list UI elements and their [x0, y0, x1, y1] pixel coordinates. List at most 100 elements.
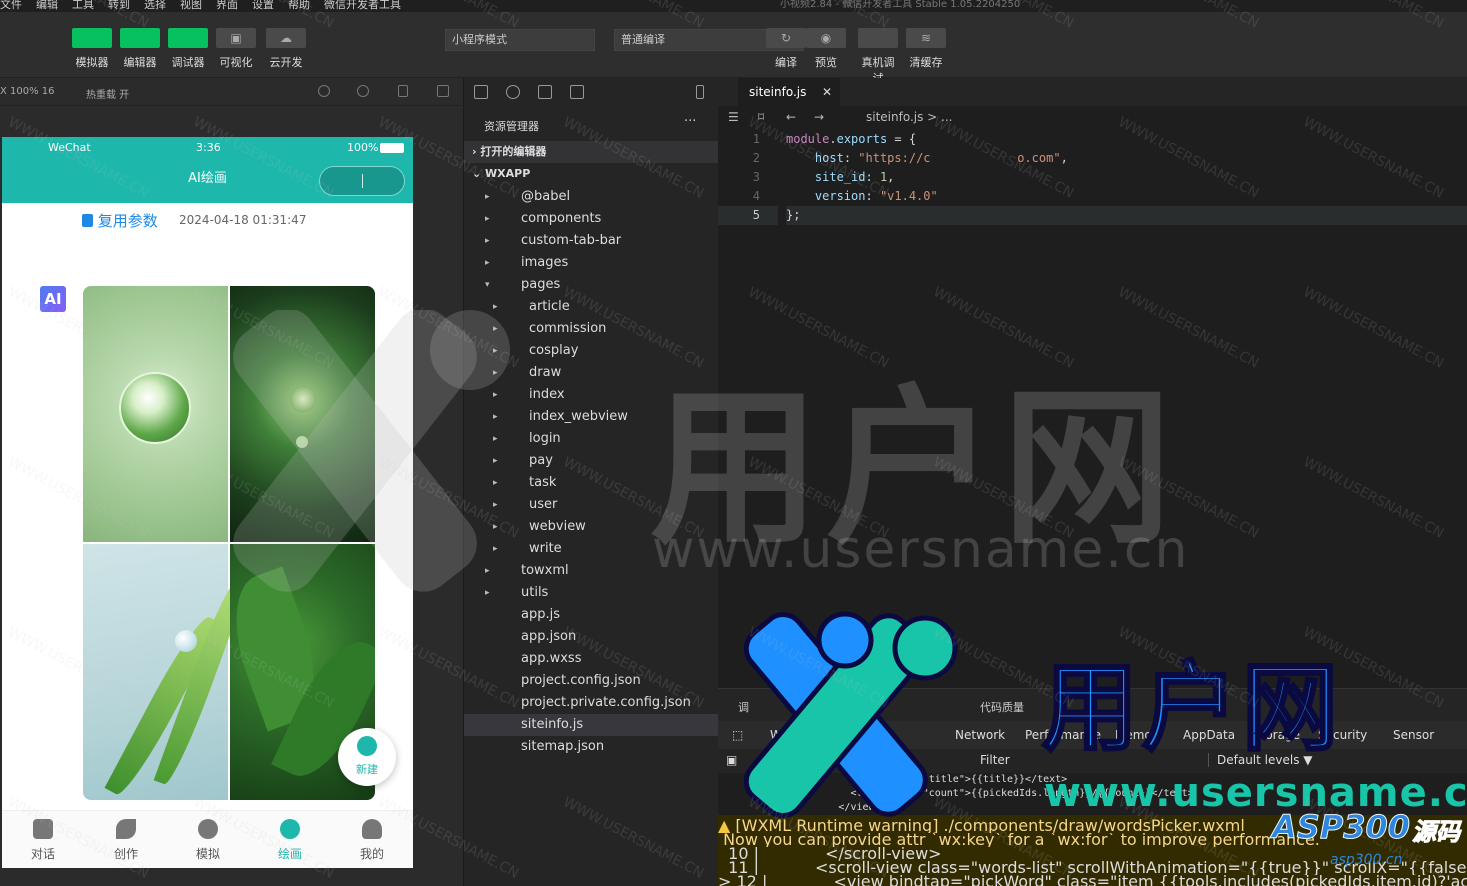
menu-select[interactable]: 选择	[144, 0, 166, 12]
folder-item[interactable]: ▸ custom-tab-bar	[464, 230, 719, 252]
tab-create[interactable]: 创作	[96, 819, 156, 862]
bookmark-icon[interactable]: ⌑	[758, 110, 764, 124]
visual-button[interactable]: ▣ 可视化	[216, 28, 256, 70]
tab-draw[interactable]: 绘画	[260, 819, 320, 862]
device-select[interactable]: X 100% 16	[0, 86, 55, 97]
generated-image-1[interactable]	[83, 286, 228, 542]
list-icon[interactable]: ☰	[728, 110, 739, 124]
hotreload-toggle[interactable]: 热重载 开	[86, 86, 129, 101]
file-item[interactable]: siteinfo.js	[464, 714, 719, 736]
folder-item[interactable]: ▸ user	[464, 494, 719, 516]
stop-icon[interactable]	[357, 85, 369, 97]
device-icon[interactable]	[398, 85, 408, 97]
folder-item[interactable]: ▸ write	[464, 538, 719, 560]
extensions-icon[interactable]	[570, 85, 584, 99]
menu-devtools[interactable]: 微信开发者工具	[324, 0, 401, 12]
clear-cache-button[interactable]: ≋ 清缓存	[906, 28, 946, 70]
generated-image-2[interactable]	[230, 286, 375, 542]
breadcrumb-path[interactable]: siteinfo.js > ...	[866, 110, 953, 124]
menu-goto[interactable]: 转到	[108, 0, 130, 12]
close-tab-icon[interactable]: ✕	[822, 78, 832, 106]
tab-sensor[interactable]: Sensor	[1393, 728, 1434, 742]
tab-appdata[interactable]: AppData	[1183, 728, 1235, 742]
tree-item-label: @babel	[521, 189, 571, 204]
folder-item[interactable]: ▸ draw	[464, 362, 719, 384]
menu-tools[interactable]: 工具	[72, 0, 94, 12]
tab-wxml[interactable]: Wxml	[770, 728, 804, 742]
folder-item[interactable]: ▸ webview	[464, 516, 719, 538]
line-number: 5	[718, 206, 778, 225]
editor-toggle-button[interactable]: 编辑器	[120, 28, 160, 70]
folder-item[interactable]: ▸ pay	[464, 450, 719, 472]
cloud-dev-button[interactable]: ☁ 云开发	[266, 28, 306, 70]
reuse-params-link[interactable]: 复用参数	[82, 210, 158, 231]
menu-file[interactable]: 文件	[0, 0, 22, 12]
popout-icon[interactable]	[437, 85, 449, 97]
tree-item-label: project.config.json	[521, 673, 641, 688]
chevron-right-icon: ▸	[493, 544, 498, 554]
sidebar-toggle-icon[interactable]: ▣	[726, 753, 737, 767]
folder-item[interactable]: ▸ utils	[464, 582, 719, 604]
menu-help[interactable]: 帮助	[288, 0, 310, 12]
folder-item[interactable]: ▸ task	[464, 472, 719, 494]
tab-siteinfo-js[interactable]: siteinfo.js ✕	[738, 78, 840, 106]
debugger-toggle-button[interactable]: 调试器	[168, 28, 208, 70]
collapse-icon[interactable]	[696, 85, 704, 99]
new-drawing-button[interactable]: 新建	[338, 728, 396, 786]
panel-tab-quality[interactable]: 代码质量	[980, 699, 1024, 715]
carrier: WeChat	[48, 141, 91, 154]
folder-item[interactable]: ▸ @babel	[464, 186, 719, 208]
file-item[interactable]: app.js	[464, 604, 719, 626]
tab-me[interactable]: 我的	[342, 819, 402, 862]
project-section[interactable]: ⌄ WXAPP	[464, 163, 719, 185]
file-item[interactable]: project.private.config.json	[464, 692, 719, 714]
file-item[interactable]: project.config.json	[464, 670, 719, 692]
more-actions-button[interactable]: ···	[684, 114, 696, 129]
filter-input[interactable]: Filter	[980, 753, 1010, 767]
mode-select[interactable]: 小程序模式	[445, 29, 595, 51]
panel-tab-debugger[interactable]: 调	[738, 699, 749, 715]
tab-security[interactable]: Security	[1318, 728, 1367, 742]
folder-item[interactable]: ▸ article	[464, 296, 719, 318]
tab-memory[interactable]: Memory	[1115, 728, 1164, 742]
tree-item-label: index	[529, 387, 565, 402]
file-item[interactable]: app.json	[464, 626, 719, 648]
folder-item[interactable]: ▸ towxml	[464, 560, 719, 582]
tab-storage[interactable]: Storage	[1253, 728, 1300, 742]
tab-simulate[interactable]: 模拟	[178, 819, 238, 862]
tab-chat[interactable]: 对话	[13, 819, 73, 862]
folder-item[interactable]: ▾ pages	[464, 274, 719, 296]
tab-performance[interactable]: Performance	[1025, 728, 1101, 742]
tree-item-label: task	[529, 475, 557, 490]
inspect-icon[interactable]: ⬚	[732, 728, 743, 742]
menu-ui[interactable]: 界面	[216, 0, 238, 12]
folder-item[interactable]: ▸ cosplay	[464, 340, 719, 362]
status-bar: WeChat 3:36 100%	[2, 137, 413, 159]
source-control-icon[interactable]	[538, 85, 552, 99]
folder-item[interactable]: ▸ components	[464, 208, 719, 230]
menu-settings[interactable]: 设置	[252, 0, 274, 12]
compile-button[interactable]: ↻ 编译	[766, 28, 806, 70]
record-icon[interactable]	[318, 85, 330, 97]
folder-item[interactable]: ▸ index	[464, 384, 719, 406]
forward-icon[interactable]: →	[814, 110, 824, 124]
folder-item[interactable]: ▸ index_webview	[464, 406, 719, 428]
folder-item[interactable]: ▸ images	[464, 252, 719, 274]
simulator-toggle-button[interactable]: 模拟器	[72, 28, 112, 70]
open-editors-section[interactable]: › 打开的编辑器	[464, 141, 719, 163]
tab-network[interactable]: Network	[955, 728, 1005, 742]
file-item[interactable]: sitemap.json	[464, 736, 719, 758]
preview-button[interactable]: ◉ 预览	[806, 28, 846, 70]
capsule-button[interactable]	[319, 166, 405, 196]
file-item[interactable]: app.wxss	[464, 648, 719, 670]
folder-item[interactable]: ▸ login	[464, 428, 719, 450]
menu-edit[interactable]: 编辑	[36, 0, 58, 12]
search-icon[interactable]	[506, 85, 520, 99]
folder-item[interactable]: ▸ commission	[464, 318, 719, 340]
menu-view[interactable]: 视图	[180, 0, 202, 12]
files-icon[interactable]	[474, 85, 488, 99]
generated-image-3[interactable]	[83, 544, 250, 800]
code-line-4: version: "v1.4.0"	[814, 189, 938, 203]
back-icon[interactable]: ←	[786, 110, 796, 124]
log-levels-select[interactable]: Default levels ▼	[1208, 753, 1313, 767]
